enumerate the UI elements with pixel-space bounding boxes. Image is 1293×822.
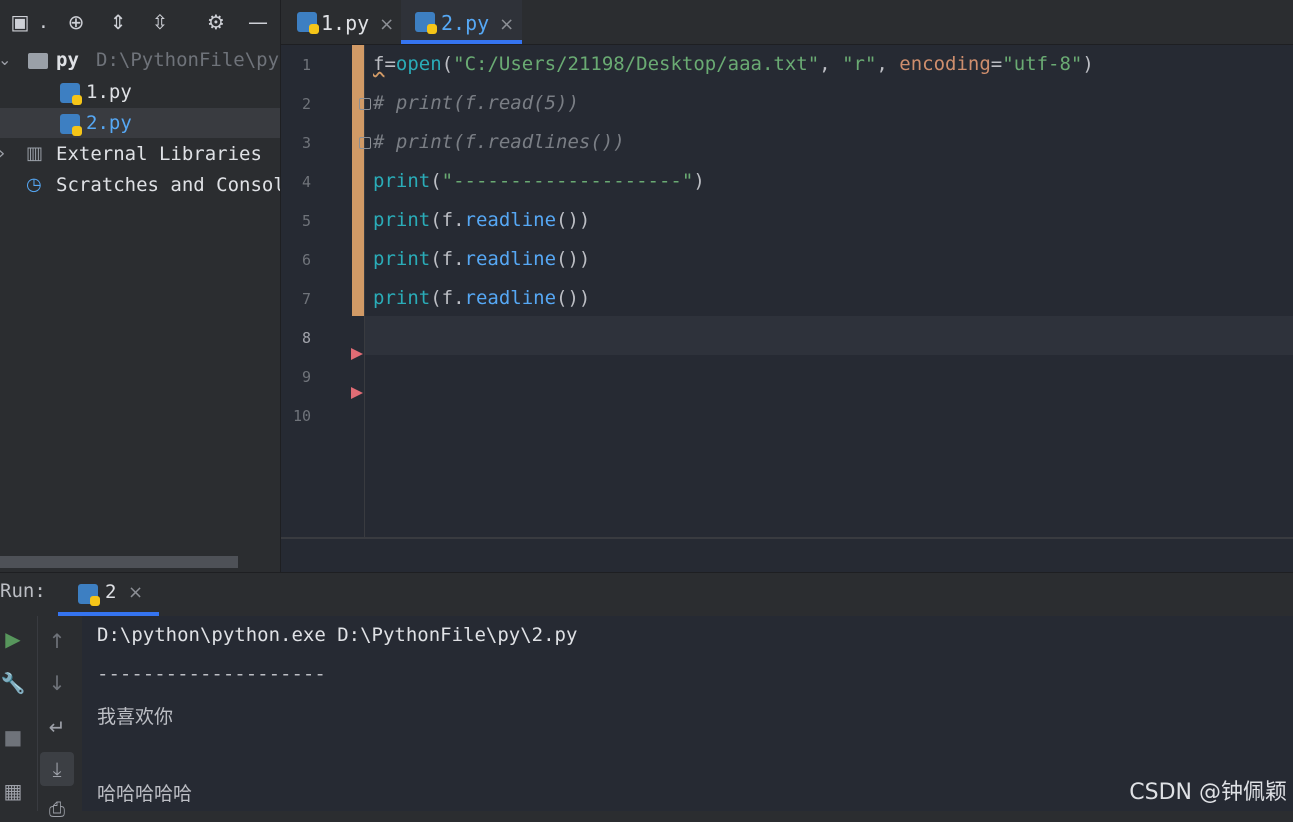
toolbar-separator <box>37 616 38 811</box>
tree-item-py[interactable]: ⌄ py D:\PythonFile\py <box>0 45 280 75</box>
locate-icon[interactable]: ⊕ <box>64 10 88 34</box>
watermark: CSDN @钟佩颖 <box>1129 780 1287 805</box>
line-number: 8 <box>301 329 311 347</box>
code-line-2[interactable]: # print(f.read(5)) <box>373 92 579 114</box>
tree-item-path: D:\PythonFile\py <box>96 49 280 71</box>
chevron-down-icon[interactable]: ⌄ <box>0 45 12 75</box>
current-line-highlight <box>365 316 1293 355</box>
print-icon[interactable]: ⎙ <box>44 796 70 822</box>
hide-icon[interactable]: — <box>246 10 270 34</box>
active-tab-indicator <box>401 40 522 44</box>
code-line-6[interactable]: print(f.readline()) <box>373 248 590 270</box>
layout-icon[interactable]: ▦ <box>0 778 26 804</box>
python-file-icon <box>297 12 319 34</box>
tree-item-scratches[interactable]: ◷ Scratches and Consoles <box>0 170 280 200</box>
line-number: 5 <box>301 212 311 230</box>
project-toolbar: ▣ . ⊕ ⇕ ⇳ ⚙ — <box>0 0 280 44</box>
tab-2-py[interactable]: 2.py × <box>401 0 522 44</box>
soft-wrap-icon[interactable]: ↵ <box>44 714 70 740</box>
line-number: 10 <box>292 407 311 425</box>
run-tab-label: 2 <box>105 581 117 603</box>
console-line: -------------------- <box>97 663 326 685</box>
tree-item-label: py <box>56 49 79 71</box>
python-file-icon <box>60 83 82 105</box>
tab-label: 1.py <box>321 11 370 35</box>
tree-item-label: Scratches and Consoles <box>56 174 280 196</box>
python-icon <box>78 584 100 606</box>
line-number: 4 <box>301 173 311 191</box>
chevron-right-icon[interactable]: › <box>0 139 12 169</box>
collapse-all-icon[interactable]: ⇳ <box>148 10 172 34</box>
console-line: 我喜欢你 <box>97 706 174 728</box>
tree-item-1-py[interactable]: 1.py <box>0 77 280 107</box>
line-number: 7 <box>301 290 311 308</box>
rerun-icon[interactable]: ▶ <box>0 626 26 652</box>
editor-tabs: 1.py × 2.py × <box>281 0 1293 45</box>
project-title[interactable]: . <box>38 12 49 33</box>
code-line-7[interactable]: print(f.readline()) <box>373 287 590 309</box>
line-number: 1 <box>301 56 311 74</box>
python-file-icon <box>415 12 437 34</box>
horizontal-scrollbar[interactable] <box>0 556 238 568</box>
line-number: 6 <box>301 251 311 269</box>
gutter-separator <box>364 45 365 537</box>
close-icon[interactable]: × <box>379 14 394 35</box>
stop-icon[interactable]: ■ <box>0 724 26 750</box>
code-line-1[interactable]: f=open("C:/Users/21198/Desktop/aaa.txt",… <box>373 53 1094 75</box>
folder-icon <box>28 53 48 69</box>
tab-1-py[interactable]: 1.py × <box>293 0 401 44</box>
close-icon[interactable]: × <box>499 14 514 35</box>
wrench-icon[interactable]: 🔧 <box>0 670 26 696</box>
code-line-3[interactable]: # print(f.readlines()) <box>373 131 625 153</box>
code-line-4[interactable]: print("--------------------") <box>373 170 705 192</box>
tree-item-label: 2.py <box>86 112 132 134</box>
tree-item-label: 1.py <box>86 81 132 103</box>
run-title: Run: <box>0 580 46 602</box>
line-number: 9 <box>301 368 311 386</box>
line-number: 3 <box>301 134 311 152</box>
run-tab[interactable]: 2 × <box>58 572 159 616</box>
expand-all-icon[interactable]: ⇕ <box>106 10 130 34</box>
project-view-icon[interactable]: ▣ <box>8 10 32 34</box>
tree-item-label: External Libraries <box>56 143 262 165</box>
scratches-icon: ◷ <box>26 174 42 195</box>
library-icon: ▥ <box>26 143 44 164</box>
console-line: D:\python\python.exe D:\PythonFile\py\2.… <box>97 624 578 646</box>
line-number: 2 <box>301 95 311 113</box>
close-icon[interactable]: × <box>128 582 143 603</box>
gear-icon[interactable]: ⚙ <box>204 10 228 34</box>
fold-icon[interactable] <box>359 137 371 149</box>
python-file-icon <box>60 114 82 136</box>
fold-icon[interactable] <box>359 98 371 110</box>
tree-item-2-py[interactable]: 2.py <box>0 108 280 138</box>
bookmark-marker-icon[interactable] <box>351 348 363 360</box>
tree-item-external-libraries[interactable]: › ▥ External Libraries <box>0 139 280 169</box>
console-line: 哈哈哈哈哈 <box>97 783 193 805</box>
code-line-5[interactable]: print(f.readline()) <box>373 209 590 231</box>
bookmark-marker-icon[interactable] <box>351 387 363 399</box>
editor-bottom-area <box>281 537 1293 574</box>
arrow-down-icon[interactable]: ↓ <box>44 670 70 696</box>
arrow-up-icon[interactable]: ↑ <box>44 628 70 654</box>
tab-label: 2.py <box>441 11 490 35</box>
run-tool-window-header <box>0 572 1293 617</box>
change-marker[interactable] <box>352 45 364 316</box>
scroll-to-end-icon[interactable]: ⤓ <box>40 752 74 786</box>
